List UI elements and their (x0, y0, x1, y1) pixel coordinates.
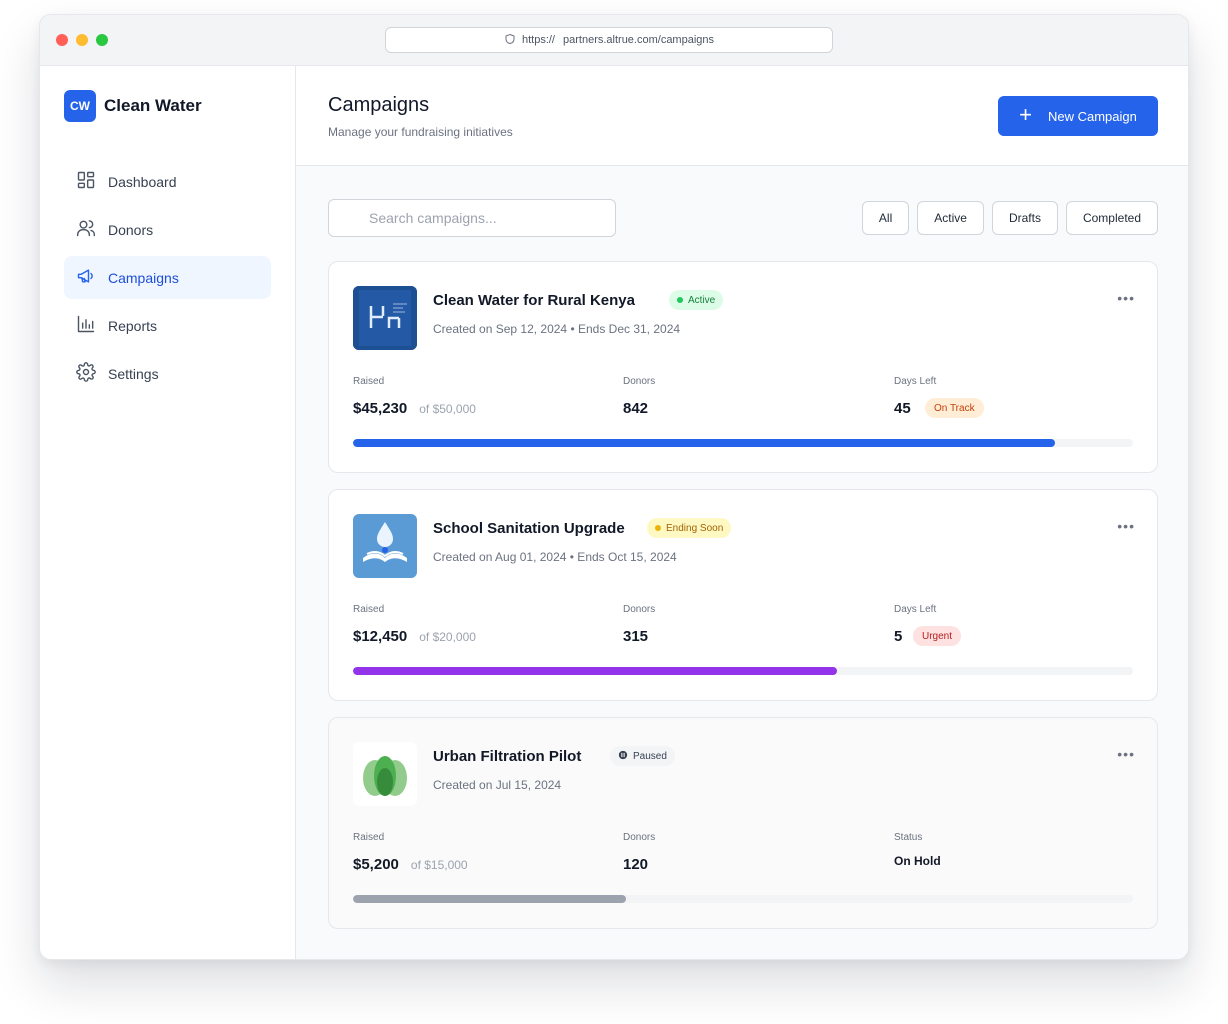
status-label: Status (894, 832, 923, 843)
progress-track (353, 667, 1133, 675)
status-badge-label: Ending Soon (666, 522, 724, 534)
raised-amount: $5,200 (353, 856, 399, 873)
goal-amount: of $50,000 (419, 402, 476, 416)
campaign-meta: Created on Aug 01, 2024 • Ends Oct 15, 2… (433, 550, 677, 564)
plus-icon: + (1019, 102, 1032, 127)
status-badge: Active (669, 290, 724, 310)
campaign-card[interactable]: Clean Water for Rural Kenya Active ••• C… (328, 261, 1158, 473)
status-badge: Ending Soon (647, 518, 732, 538)
sidebar-item-campaigns[interactable]: Campaigns (64, 256, 271, 299)
sidebar: CW Clean Water Dashboard Donors Campaign… (40, 66, 296, 959)
sidebar-item-dashboard[interactable]: Dashboard (64, 160, 271, 203)
campaign-card[interactable]: Urban Filtration Pilot Paused ••• Create… (328, 717, 1158, 929)
status-value: On Hold (894, 854, 941, 868)
campaign-title[interactable]: Clean Water for Rural Kenya (433, 292, 635, 309)
filter-completed-button[interactable]: Completed (1065, 201, 1158, 235)
raised-label: Raised (353, 832, 385, 843)
urgent-badge: Urgent (913, 626, 962, 646)
sidebar-item-settings[interactable]: Settings (64, 352, 271, 395)
filter-drafts-button[interactable]: Drafts (991, 201, 1058, 235)
campaign-title[interactable]: Urban Filtration Pilot (433, 748, 581, 765)
sidebar-item-label: Dashboard (108, 173, 177, 190)
raised-label: Raised (353, 604, 385, 615)
progress-track (353, 895, 1133, 903)
donors-value: 842 (623, 400, 649, 417)
page-header: Campaigns Manage your fundraising initia… (296, 66, 1188, 166)
more-options-icon[interactable]: ••• (1117, 518, 1135, 534)
sidebar-item-label: Settings (108, 365, 159, 382)
campaign-thumbnail (353, 742, 417, 806)
donors-value: 315 (623, 628, 649, 645)
sidebar-item-reports[interactable]: Reports (64, 304, 271, 347)
progress-fill (353, 439, 1055, 447)
dashboard-icon (76, 170, 96, 193)
minimize-window-button[interactable] (76, 34, 88, 46)
sidebar-item-label: Donors (108, 221, 154, 238)
filter-group: All Active Drafts Completed (861, 201, 1158, 235)
raised-amount: $12,450 (353, 628, 408, 645)
sidebar-item-label: Reports (108, 317, 158, 334)
campaign-thumbnail (353, 514, 417, 578)
bar-chart-icon (76, 314, 96, 337)
goal-amount: of $15,000 (410, 858, 468, 872)
pause-circle-icon (618, 750, 628, 763)
days-left-label: Days Left (894, 376, 937, 387)
campaign-title[interactable]: School Sanitation Upgrade (433, 520, 625, 537)
megaphone-icon (76, 266, 96, 289)
donors-label: Donors (623, 832, 656, 843)
browser-titlebar: https:// partners.altrue.com/campaigns (40, 15, 1188, 66)
raised-value: $45,230 of $50,000 (353, 400, 476, 417)
status-dot-icon (655, 525, 661, 531)
brand[interactable]: CW Clean Water (64, 90, 202, 122)
progress-fill (353, 667, 837, 675)
campaign-thumbnail (353, 286, 417, 350)
donors-value: 120 (623, 856, 649, 873)
raised-value: $12,450 of $20,000 (353, 628, 476, 645)
new-campaign-label: New Campaign (1047, 108, 1137, 124)
raised-label: Raised (353, 376, 385, 387)
status-badge-label: Paused (633, 750, 667, 762)
campaign-meta: Created on Jul 15, 2024 (433, 778, 562, 792)
donors-label: Donors (623, 376, 656, 387)
sidebar-item-label: Campaigns (108, 269, 179, 286)
status-badge-label: Active (688, 294, 716, 306)
url-scheme: https:// (521, 34, 555, 46)
gear-icon (76, 362, 96, 385)
browser-window: https:// partners.altrue.com/campaigns C… (39, 14, 1189, 960)
days-left-label: Days Left (894, 604, 937, 615)
on-track-badge: On Track (925, 398, 984, 418)
days-left-value: 5 (894, 628, 903, 645)
raised-amount: $45,230 (353, 400, 408, 417)
users-icon (76, 218, 96, 241)
campaign-toolbar: Search campaigns... All Active Drafts Co… (328, 199, 1158, 237)
shield-icon (504, 33, 516, 48)
status-dot-icon (677, 297, 683, 303)
sidebar-nav: Dashboard Donors Campaigns Reports Setti… (64, 160, 271, 400)
more-options-icon[interactable]: ••• (1117, 746, 1135, 762)
filter-active-button[interactable]: Active (917, 201, 984, 235)
search-input[interactable]: Search campaigns... (328, 199, 616, 237)
progress-fill (353, 895, 626, 903)
campaign-meta: Created on Sep 12, 2024 • Ends Dec 31, 2… (433, 322, 681, 336)
status-badge: Paused (610, 746, 675, 766)
brand-name: Clean Water (104, 96, 202, 115)
raised-value: $5,200 of $15,000 (353, 856, 468, 873)
close-window-button[interactable] (56, 34, 68, 46)
filter-all-button[interactable]: All (861, 201, 910, 235)
address-bar[interactable]: https:// partners.altrue.com/campaigns (385, 27, 833, 53)
maximize-window-button[interactable] (96, 34, 108, 46)
page-subtitle: Manage your fundraising initiatives (328, 125, 513, 139)
days-left-value: 45 (894, 400, 911, 417)
url-host: partners.altrue.com/campaigns (563, 34, 715, 46)
goal-amount: of $20,000 (419, 630, 476, 644)
sidebar-item-donors[interactable]: Donors (64, 208, 271, 251)
campaign-card[interactable]: School Sanitation Upgrade Ending Soon ••… (328, 489, 1158, 701)
new-campaign-button[interactable]: + New Campaign (998, 96, 1158, 136)
donors-label: Donors (623, 604, 656, 615)
progress-track (353, 439, 1133, 447)
brand-logo: CW (64, 90, 96, 122)
more-options-icon[interactable]: ••• (1117, 290, 1135, 306)
page-title: Campaigns (328, 94, 430, 116)
main-content: Campaigns Manage your fundraising initia… (296, 66, 1188, 959)
